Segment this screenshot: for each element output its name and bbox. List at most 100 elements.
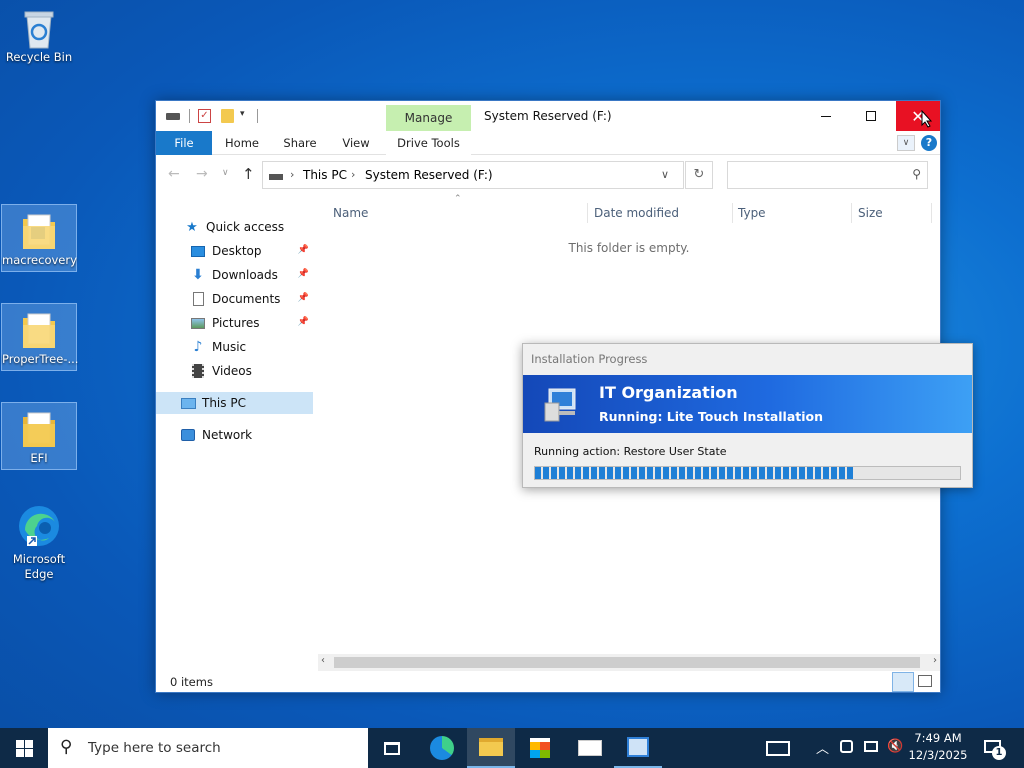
progress-fill xyxy=(535,467,854,479)
scrollbar-thumb[interactable] xyxy=(334,657,920,668)
nav-network[interactable]: Network xyxy=(156,424,313,446)
minimize-icon xyxy=(821,115,831,117)
taskbar-store-button[interactable] xyxy=(516,728,564,768)
breadcrumb-drive[interactable]: System Reserved (F:) xyxy=(365,168,493,182)
nav-music[interactable]: ♪ Music xyxy=(156,336,313,358)
organization-name: IT Organization xyxy=(599,383,738,402)
horizontal-scrollbar[interactable]: ‹ › xyxy=(318,654,940,671)
edge-icon xyxy=(430,736,454,760)
volume-muted-icon[interactable]: 🔇 xyxy=(887,739,903,754)
desktop-icon-propertree[interactable]: ProperTree-... xyxy=(1,303,78,371)
scroll-right-icon[interactable]: › xyxy=(933,655,937,666)
details-view-icon[interactable] xyxy=(892,672,914,692)
nav-quick-access[interactable]: ★ Quick access xyxy=(156,216,313,238)
nav-pictures[interactable]: Pictures 📌 xyxy=(156,312,313,334)
taskbar: ⚲ Type here to search ︿ 🔇 7:49 AM 12/3/2… xyxy=(0,728,1024,768)
properties-icon[interactable]: ✓ xyxy=(198,109,211,123)
back-button[interactable]: ← xyxy=(168,166,180,182)
large-icons-view-icon[interactable] xyxy=(918,675,932,687)
nav-this-pc[interactable]: This PC xyxy=(156,392,313,414)
nav-desktop[interactable]: Desktop 📌 xyxy=(156,240,313,262)
customize-quick-access-icon[interactable]: ▾ xyxy=(240,109,245,119)
nav-videos[interactable]: Videos xyxy=(156,360,313,382)
nav-documents[interactable]: Documents 📌 xyxy=(156,288,313,310)
desktop-icon-efi[interactable]: EFI xyxy=(1,402,77,470)
tab-view[interactable]: View xyxy=(332,131,380,155)
tab-drive-tools[interactable]: Drive Tools xyxy=(386,131,471,155)
network-status-icon[interactable] xyxy=(864,741,878,752)
folder-icon xyxy=(23,412,55,447)
window-title: System Reserved (F:) xyxy=(484,109,612,123)
column-header-date-modified[interactable]: Date modified xyxy=(594,201,729,225)
running-task: Running: Lite Touch Installation xyxy=(599,409,824,424)
taskbar-deployment-button[interactable] xyxy=(614,728,662,768)
folder-icon xyxy=(479,738,503,756)
store-bag-icon xyxy=(530,738,550,758)
desktop-icon-recycle-bin[interactable]: Recycle Bin xyxy=(1,6,77,74)
desktop-icon-label: EFI xyxy=(30,451,48,465)
taskbar-edge-button[interactable] xyxy=(418,728,466,768)
desktop-icon-edge[interactable]: Microsoft Edge xyxy=(1,500,77,586)
nav-downloads[interactable]: ⬇ Downloads 📌 xyxy=(156,264,313,286)
recent-locations-button[interactable]: ∨ xyxy=(222,168,229,178)
expand-ribbon-button[interactable]: ∨ xyxy=(897,135,915,151)
start-button[interactable] xyxy=(0,728,48,768)
keyboard-icon xyxy=(766,740,790,756)
taskbar-mail-button[interactable] xyxy=(566,728,614,768)
address-dropdown-button[interactable]: ∨ xyxy=(661,168,669,181)
computer-icon xyxy=(180,396,196,410)
empty-folder-message: This folder is empty. xyxy=(568,241,690,255)
breadcrumb-separator: › xyxy=(351,168,356,181)
clock-time: 7:49 AM xyxy=(914,731,962,745)
tab-file[interactable]: File xyxy=(156,131,212,155)
mouse-cursor-icon xyxy=(921,110,933,128)
nav-item-label: This PC xyxy=(202,396,246,410)
search-input[interactable] xyxy=(732,166,902,184)
maximize-button[interactable] xyxy=(849,101,893,131)
star-icon: ★ xyxy=(186,219,198,235)
refresh-button[interactable]: ↻ xyxy=(685,161,713,189)
meet-now-icon[interactable] xyxy=(840,740,853,753)
taskbar-file-explorer-button[interactable] xyxy=(467,728,515,768)
windows-logo-icon xyxy=(15,739,33,757)
music-note-icon: ♪ xyxy=(193,339,203,355)
show-hidden-icons-button[interactable]: ︿ xyxy=(816,738,829,757)
task-view-button[interactable] xyxy=(368,728,416,768)
ribbon-tabs: File Home Share View Drive Tools ∨ ? xyxy=(156,131,940,155)
close-button[interactable]: ✕ xyxy=(896,101,940,131)
quick-access-divider xyxy=(189,109,190,123)
column-divider xyxy=(732,203,733,223)
folder-icon xyxy=(23,313,55,348)
tab-share[interactable]: Share xyxy=(276,131,324,155)
scroll-left-icon[interactable]: ‹ xyxy=(321,655,325,666)
taskbar-search-box[interactable]: ⚲ Type here to search xyxy=(48,728,368,768)
clock[interactable]: 7:49 AM 12/3/2025 xyxy=(904,730,972,766)
address-bar[interactable]: › This PC › System Reserved (F:) ∨ xyxy=(262,161,684,189)
notifications-button[interactable]: 1 xyxy=(978,728,1018,768)
tab-manage[interactable]: Manage xyxy=(386,105,471,132)
column-header-type[interactable]: Type xyxy=(738,201,848,225)
nav-item-label: Downloads xyxy=(212,268,278,282)
status-bar: 0 items xyxy=(156,672,940,693)
touch-keyboard-button[interactable] xyxy=(754,728,802,768)
recycle-bin-icon xyxy=(24,11,54,49)
column-divider xyxy=(851,203,852,223)
breadcrumb-this-pc[interactable]: This PC xyxy=(303,168,347,182)
new-folder-icon[interactable] xyxy=(221,109,234,123)
pin-icon: 📌 xyxy=(297,293,309,303)
tab-home[interactable]: Home xyxy=(218,131,266,155)
nav-item-label: Videos xyxy=(212,364,252,378)
maximize-icon xyxy=(866,111,876,121)
minimize-button[interactable] xyxy=(804,101,848,131)
breadcrumb-separator: › xyxy=(290,168,295,181)
up-button[interactable]: ↑ xyxy=(242,165,255,183)
column-header-name[interactable]: Name xyxy=(333,201,583,225)
column-header-size[interactable]: Size xyxy=(858,201,928,225)
search-box[interactable]: ⚲ xyxy=(727,161,928,189)
forward-button[interactable]: → xyxy=(196,166,208,182)
clock-date: 12/3/2025 xyxy=(908,748,968,762)
help-icon[interactable]: ? xyxy=(921,135,937,151)
pictures-icon xyxy=(190,316,206,330)
desktop-icon-macrecovery[interactable]: macrecovery xyxy=(1,204,77,272)
nav-item-label: Pictures xyxy=(212,316,260,330)
